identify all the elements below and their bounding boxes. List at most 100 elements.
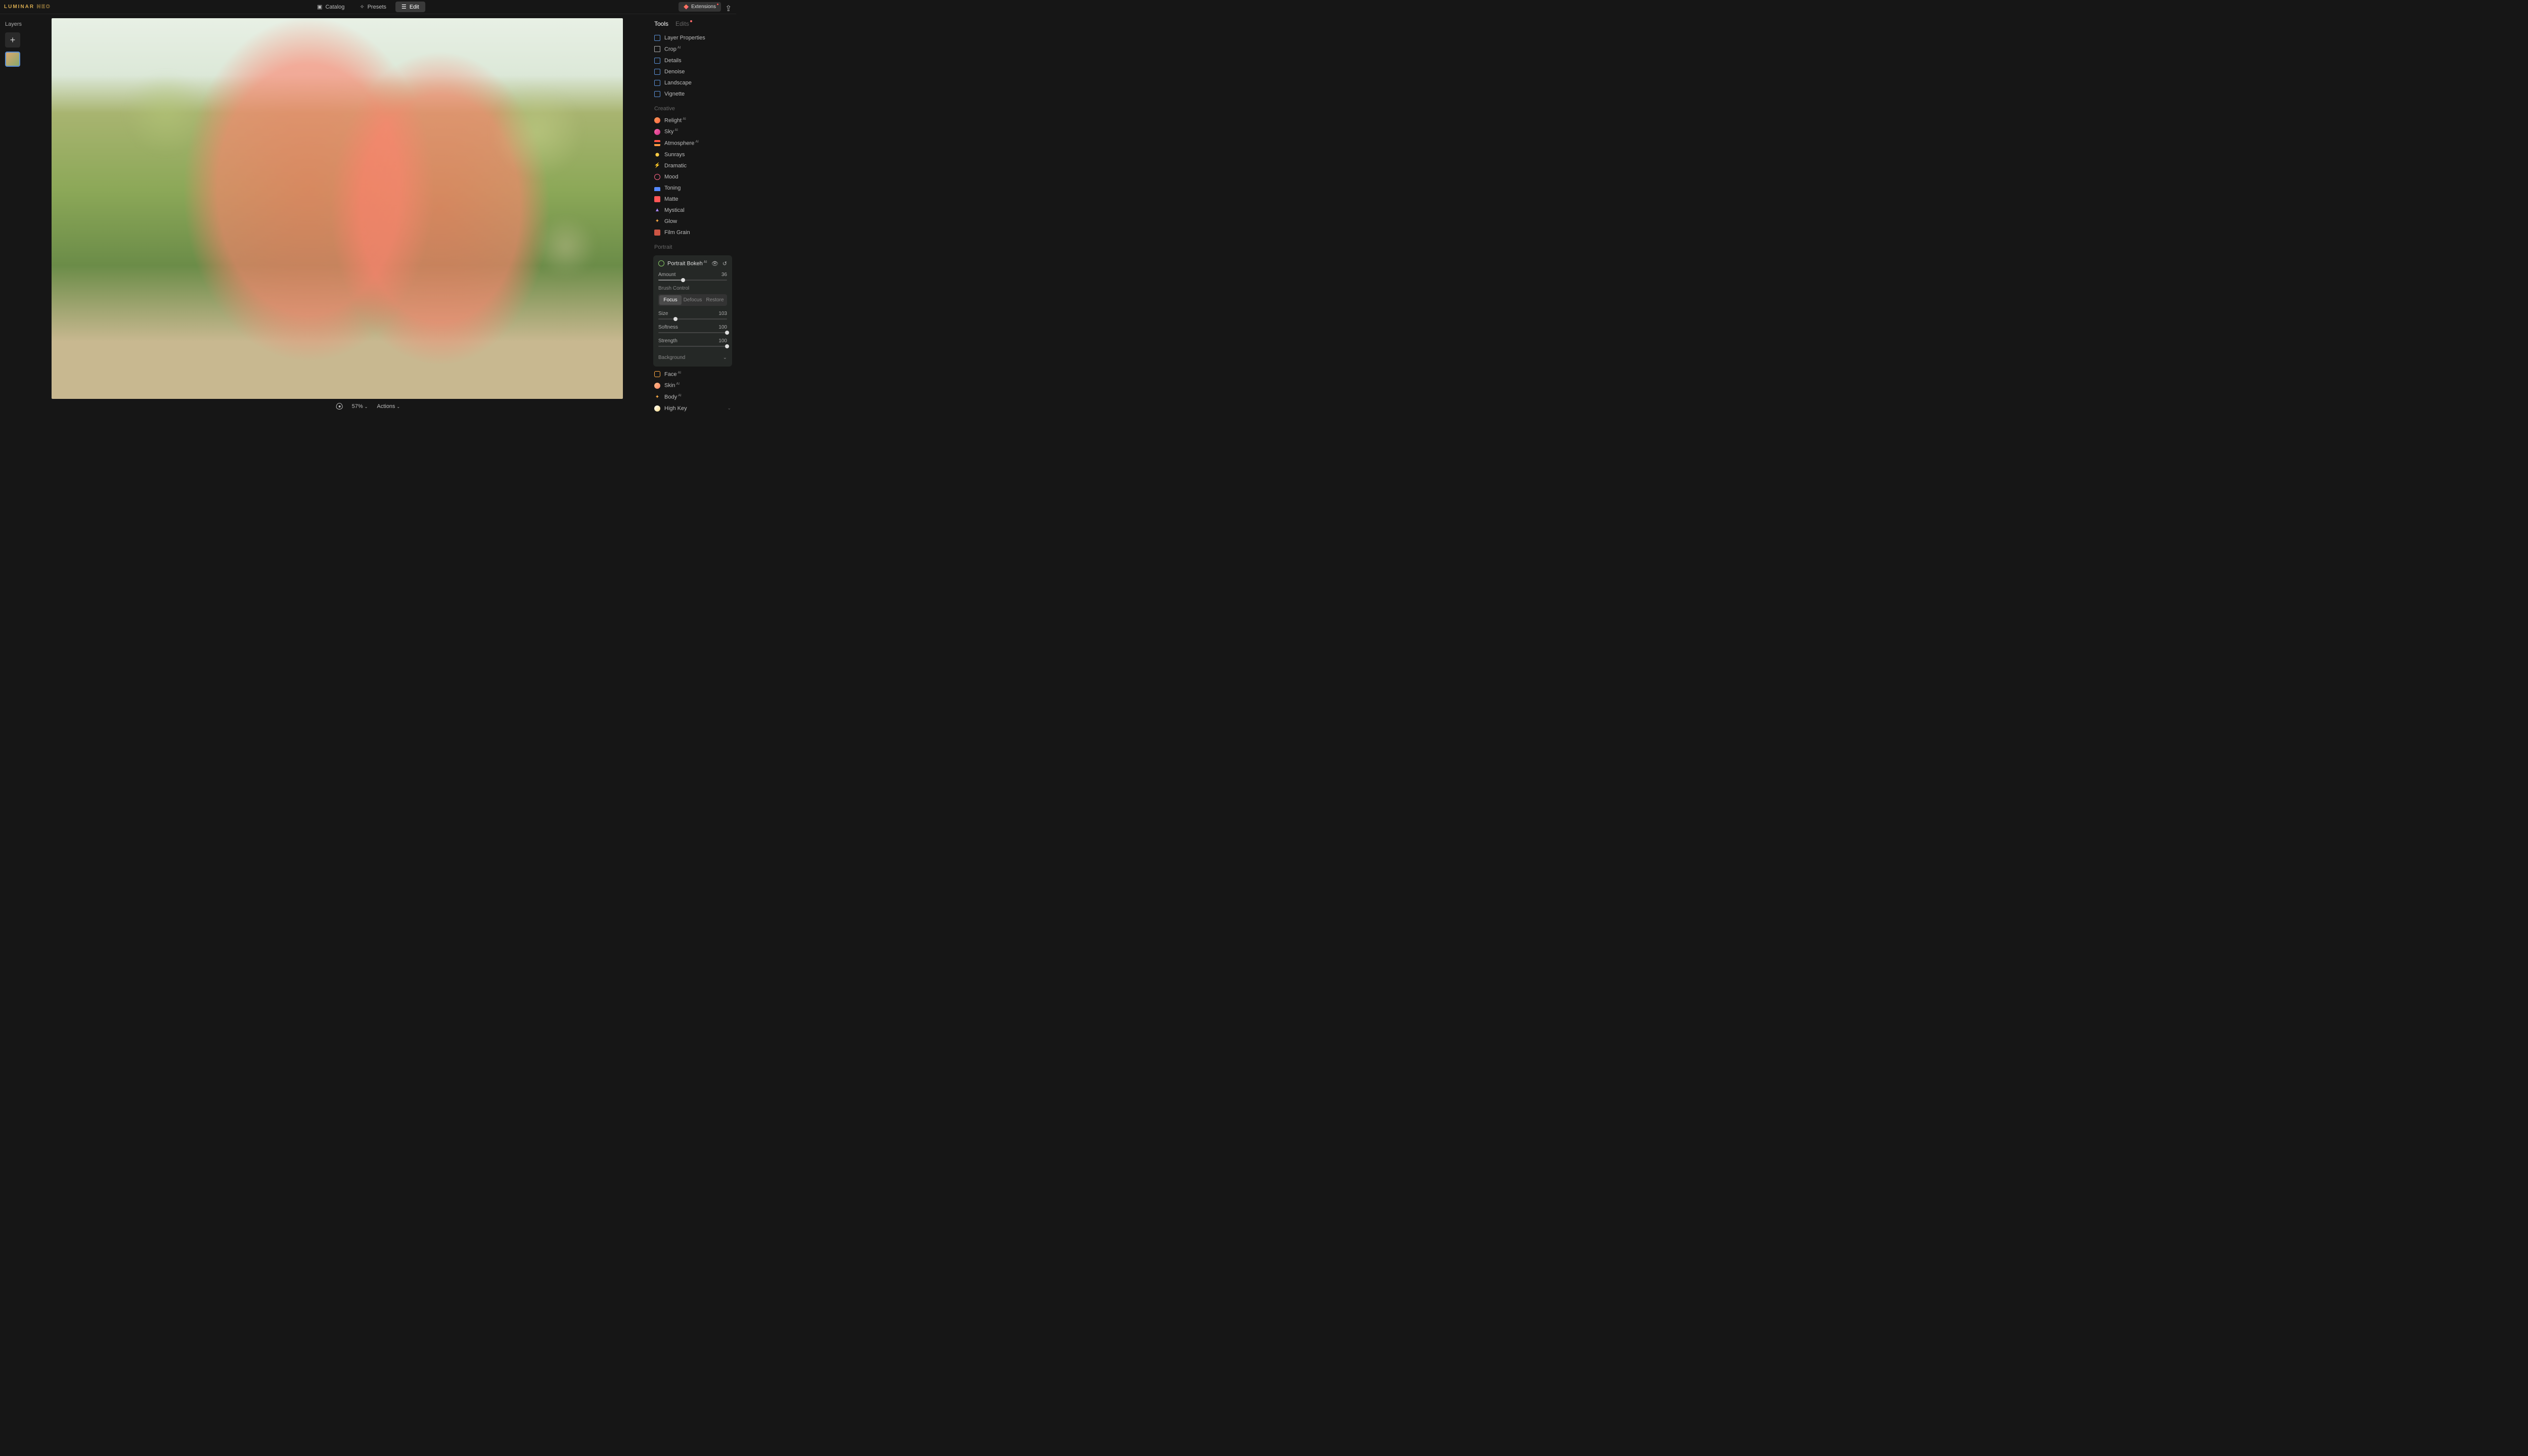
tool-label: CropAI (664, 46, 681, 53)
tool-relight[interactable]: RelightAI (653, 115, 732, 126)
tab-tools[interactable]: Tools (654, 20, 668, 27)
preview-toggle-icon[interactable] (336, 403, 343, 410)
size-slider[interactable]: Size103 (658, 311, 727, 320)
tool-vignette[interactable]: Vignette (653, 88, 732, 100)
reset-icon[interactable]: ↺ (723, 260, 727, 267)
mystical-icon: ▲ (654, 207, 660, 213)
tool-layer-properties[interactable]: Layer Properties (653, 32, 732, 43)
tool-crop[interactable]: CropAI (653, 43, 732, 55)
amount-slider[interactable]: Amount36 (658, 272, 727, 281)
denoise-icon (654, 69, 660, 75)
catalog-label: Catalog (326, 4, 345, 10)
tool-glow[interactable]: ✦Glow (653, 216, 732, 227)
tool-label: Layer Properties (664, 35, 705, 41)
app-logo: LUMINAR NEO (4, 4, 51, 10)
brush-control-title: Brush Control (658, 286, 727, 291)
extensions-button[interactable]: Extensions (679, 2, 721, 12)
toning-icon (654, 187, 660, 191)
softness-slider[interactable]: Softness 100 (658, 325, 727, 333)
tool-skin[interactable]: SkinAI (653, 380, 732, 391)
tool-face[interactable]: FaceAI (653, 369, 732, 380)
slider-value: 103 (718, 311, 727, 316)
layers-title: Layers (5, 21, 25, 27)
tool-sky[interactable]: SkyAI (653, 126, 732, 138)
matte-icon (654, 196, 660, 202)
seg-focus[interactable]: Focus (659, 295, 682, 305)
canvas[interactable] (52, 18, 623, 399)
tool-details[interactable]: Details (653, 55, 732, 66)
share-icon[interactable]: ⇪ (725, 4, 732, 11)
tool-matte[interactable]: Matte (653, 194, 732, 205)
zoom-level[interactable]: 57%⌄ (352, 403, 368, 410)
seg-restore[interactable]: Restore (704, 295, 726, 305)
bottom-controls: 57%⌄ Actions⌄ (336, 403, 400, 410)
layer-thumbnail[interactable] (5, 52, 20, 67)
chevron-down-icon: ⌄ (397, 404, 400, 409)
mood-icon (654, 174, 660, 180)
edit-tab[interactable]: ☰ Edit (395, 2, 425, 12)
sliders-icon: ☰ (401, 4, 407, 10)
tool-label: Dramatic (664, 163, 687, 169)
folder-icon: ▣ (317, 4, 322, 10)
brush-mode-segments: Focus Defocus Restore (658, 294, 727, 306)
tool-toning[interactable]: Toning (653, 183, 732, 194)
strength-slider[interactable]: Strength100 (658, 338, 727, 347)
edits-indicator-dot (690, 20, 692, 22)
tool-label: FaceAI (664, 371, 681, 378)
actions-menu[interactable]: Actions⌄ (377, 403, 400, 410)
landscape-icon (654, 80, 660, 86)
extensions-label: Extensions (691, 4, 716, 10)
chevron-down-icon: ⌄ (365, 404, 368, 409)
tool-atmosphere[interactable]: AtmosphereAI (653, 138, 732, 149)
body-icon: ✦ (654, 394, 660, 400)
background-label: Background (658, 355, 685, 360)
vignette-icon (654, 91, 660, 97)
dramatic-icon: ⚡ (654, 163, 660, 169)
catalog-tab[interactable]: ▣ Catalog (311, 2, 350, 12)
tool-label: SkyAI (664, 128, 678, 135)
add-layer-button[interactable]: + (5, 32, 20, 48)
tool-label: Toning (664, 185, 681, 191)
tool-mystical[interactable]: ▲Mystical (653, 205, 732, 216)
tool-landscape[interactable]: Landscape (653, 77, 732, 88)
extensions-icon (684, 5, 689, 10)
portrait-bokeh-panel: Portrait BokehAI 👁 ↺ Amount36 Brush Cont… (653, 255, 732, 367)
notification-dot (717, 4, 718, 5)
tool-film-grain[interactable]: Film Grain (653, 227, 732, 238)
slider-value: 100 (718, 338, 727, 344)
tool-label: Denoise (664, 69, 685, 75)
film-grain-icon (654, 230, 660, 236)
tool-label: Details (664, 58, 682, 64)
presets-tab[interactable]: ✧ Presets (353, 2, 392, 12)
tools-panel: Tools Edits Layer Properties CropAI Deta… (653, 18, 732, 413)
tool-label: AtmosphereAI (664, 140, 699, 147)
wand-icon: ✧ (359, 4, 364, 10)
tool-dramatic[interactable]: ⚡ Dramatic (653, 160, 732, 171)
glow-icon: ✦ (654, 218, 660, 224)
tool-high-key[interactable]: High Key⌄ (653, 403, 732, 413)
tool-mood[interactable]: Mood (653, 171, 732, 183)
slider-value: 100 (718, 325, 727, 330)
tool-label: RelightAI (664, 117, 686, 124)
tool-label: Sunrays (664, 152, 685, 158)
background-section[interactable]: Background⌄ (658, 352, 727, 361)
mode-switcher: ▣ Catalog ✧ Presets ☰ Edit (311, 2, 425, 12)
details-icon (654, 58, 660, 64)
edit-label: Edit (410, 4, 419, 10)
tool-sunrays[interactable]: Sunrays (653, 149, 732, 160)
tool-label: SkinAI (664, 382, 680, 389)
tool-body[interactable]: ✦BodyAI (653, 391, 732, 403)
skin-icon (654, 383, 660, 389)
tab-edits[interactable]: Edits (675, 20, 692, 27)
slider-value: 36 (721, 272, 727, 278)
top-bar: LUMINAR NEO ▣ Catalog ✧ Presets ☰ Edit E… (0, 0, 736, 14)
tool-denoise[interactable]: Denoise (653, 66, 732, 77)
visibility-toggle-icon[interactable]: 👁 (711, 260, 718, 267)
photo-preview (52, 18, 623, 399)
seg-defocus[interactable]: Defocus (682, 295, 704, 305)
atmosphere-icon (654, 140, 660, 146)
tool-label: Landscape (664, 80, 692, 86)
face-icon (654, 371, 660, 377)
relight-icon (654, 117, 660, 123)
slider-label: Softness (658, 325, 678, 330)
